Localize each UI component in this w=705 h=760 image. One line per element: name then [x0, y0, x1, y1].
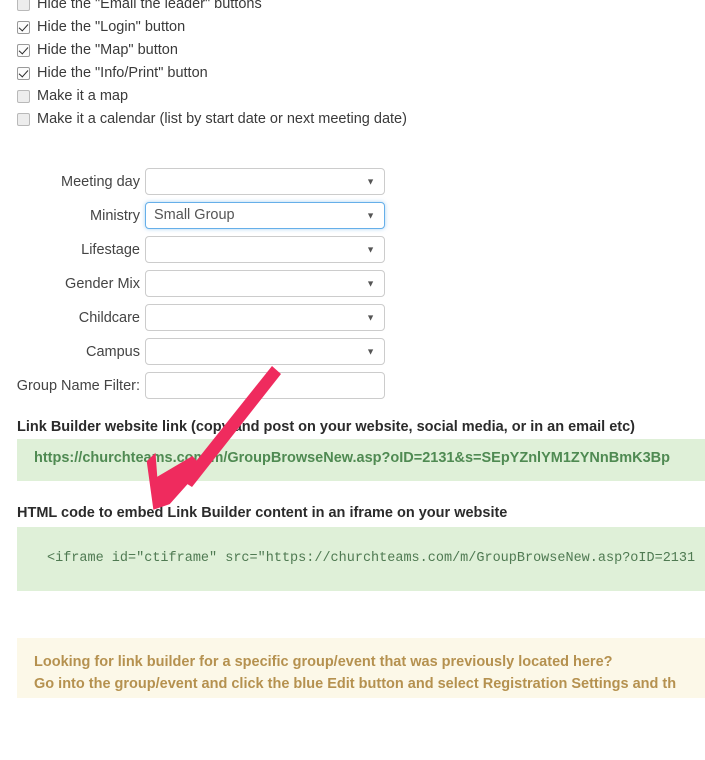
checkbox-label: Hide the "Login" button	[37, 19, 186, 36]
group-name-filter-input[interactable]	[145, 372, 385, 399]
link-builder-url-heading: Link Builder website link (copy and post…	[17, 419, 635, 435]
select-meeting-day[interactable]: ▼	[145, 168, 385, 195]
chevron-down-icon: ▼	[366, 176, 375, 186]
label-campus: Campus	[86, 343, 140, 360]
checkbox-make-it-a-calendar[interactable]	[17, 113, 30, 126]
select-lifestage[interactable]: ▼	[145, 236, 385, 263]
label-lifestage: Lifestage	[81, 241, 140, 258]
checkbox-row[interactable]: Hide the "Email the leader" buttons	[17, 0, 705, 16]
form-row-ministry: Ministry Small Group ▼	[0, 202, 400, 229]
alert-line-1: Looking for link builder for a specific …	[34, 654, 613, 670]
form-row-meeting-day: Meeting day ▼	[0, 168, 400, 195]
checkbox-hide-login[interactable]	[17, 21, 30, 34]
label-childcare: Childcare	[78, 309, 140, 326]
link-builder-url-text: https://churchteams.com/m/GroupBrowseNew…	[34, 450, 670, 466]
select-ministry-value: Small Group	[154, 207, 235, 224]
checkbox-label: Hide the "Email the leader" buttons	[37, 0, 262, 13]
form-row-gender-mix: Gender Mix ▼	[0, 270, 400, 297]
chevron-down-icon: ▼	[366, 346, 375, 356]
alert-line-2: Go into the group/event and click the bl…	[34, 676, 677, 692]
iframe-code-heading: HTML code to embed Link Builder content …	[17, 505, 508, 521]
form-row-group-name-filter: Group Name Filter:	[0, 372, 400, 399]
label-group-name-filter: Group Name Filter:	[16, 377, 140, 394]
chevron-down-icon: ▼	[366, 278, 375, 288]
label-gender-mix: Gender Mix	[65, 275, 140, 292]
legacy-link-builder-alert: Looking for link builder for a specific …	[17, 638, 705, 698]
checkbox-label: Make it a map	[37, 88, 129, 105]
checkbox-row[interactable]: Hide the "Login" button	[17, 16, 705, 39]
checkbox-hide-map[interactable]	[17, 44, 30, 57]
chevron-down-icon: ▼	[366, 244, 375, 254]
select-ministry[interactable]: Small Group ▼	[145, 202, 385, 229]
checkbox-label: Make it a calendar (list by start date o…	[37, 111, 407, 128]
select-gender-mix[interactable]: ▼	[145, 270, 385, 297]
form-row-childcare: Childcare ▼	[0, 304, 400, 331]
checkbox-make-it-a-map[interactable]	[17, 90, 30, 103]
checkbox-hide-email-leader[interactable]	[17, 0, 30, 11]
checkbox-label: Hide the "Map" button	[37, 42, 178, 59]
label-ministry: Ministry	[90, 207, 140, 224]
group-filter-form: Meeting day ▼ Ministry Small Group ▼ Lif…	[0, 168, 400, 406]
checkbox-row[interactable]: Make it a map	[17, 85, 705, 108]
checkbox-label: Hide the "Info/Print" button	[37, 65, 208, 82]
iframe-code-box[interactable]: <iframe id="ctiframe" src="https://churc…	[17, 527, 705, 591]
form-row-campus: Campus ▼	[0, 338, 400, 365]
select-childcare[interactable]: ▼	[145, 304, 385, 331]
label-meeting-day: Meeting day	[61, 173, 140, 190]
chevron-down-icon: ▼	[366, 312, 375, 322]
checkbox-hide-info-print[interactable]	[17, 67, 30, 80]
iframe-code-text: <iframe id="ctiframe" src="https://churc…	[47, 551, 696, 566]
select-campus[interactable]: ▼	[145, 338, 385, 365]
link-builder-url-box[interactable]: https://churchteams.com/m/GroupBrowseNew…	[17, 439, 705, 481]
form-row-lifestage: Lifestage ▼	[0, 236, 400, 263]
chevron-down-icon: ▼	[366, 210, 375, 220]
checkbox-row[interactable]: Make it a calendar (list by start date o…	[17, 108, 705, 131]
display-options-checkbox-list: Hide the "Email the leader" buttons Hide…	[0, 0, 705, 131]
checkbox-row[interactable]: Hide the "Info/Print" button	[17, 62, 705, 85]
checkbox-row[interactable]: Hide the "Map" button	[17, 39, 705, 62]
